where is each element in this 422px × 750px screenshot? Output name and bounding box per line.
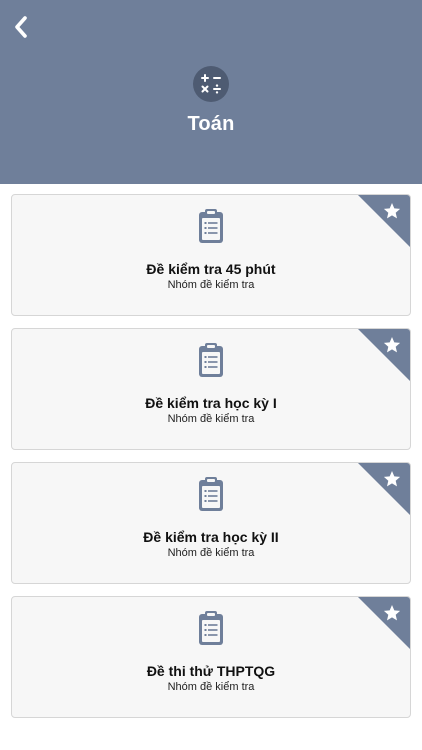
card-subtitle: Nhóm đề kiểm tra: [167, 413, 255, 425]
card-title: Đề kiểm tra học kỳ I: [145, 395, 277, 411]
app-header: Toán: [0, 0, 422, 184]
clipboard-list-icon: [199, 611, 223, 645]
exam-group-card[interactable]: Đề kiểm tra 45 phút Nhóm đề kiểm tra: [11, 194, 411, 316]
back-button[interactable]: [6, 10, 36, 44]
clipboard-list-icon: [199, 209, 223, 243]
card-subtitle: Nhóm đề kiểm tra: [167, 681, 255, 693]
exam-group-list: Đề kiểm tra 45 phút Nhóm đề kiểm tra Đề …: [11, 194, 411, 730]
exam-group-card[interactable]: Đề kiểm tra học kỳ II Nhóm đề kiểm tra: [11, 462, 411, 584]
card-subtitle: Nhóm đề kiểm tra: [167, 547, 255, 559]
favorite-star-icon[interactable]: [358, 463, 410, 515]
clipboard-list-icon: [199, 477, 223, 511]
card-subtitle: Nhóm đề kiểm tra: [167, 279, 255, 291]
calculator-operators-icon: [193, 66, 229, 102]
favorite-star-icon[interactable]: [358, 329, 410, 381]
exam-group-card[interactable]: Đề kiểm tra học kỳ I Nhóm đề kiểm tra: [11, 328, 411, 450]
card-title: Đề thi thử THPTQG: [146, 663, 276, 679]
card-title: Đề kiểm tra 45 phút: [146, 261, 276, 277]
favorite-star-icon[interactable]: [358, 597, 410, 649]
exam-group-card[interactable]: Đề thi thử THPTQG Nhóm đề kiểm tra: [11, 596, 411, 718]
chevron-left-icon: [15, 16, 27, 38]
favorite-star-icon[interactable]: [358, 195, 410, 247]
page-title: Toán: [187, 113, 235, 135]
card-title: Đề kiểm tra học kỳ II: [143, 529, 279, 545]
clipboard-list-icon: [199, 343, 223, 377]
